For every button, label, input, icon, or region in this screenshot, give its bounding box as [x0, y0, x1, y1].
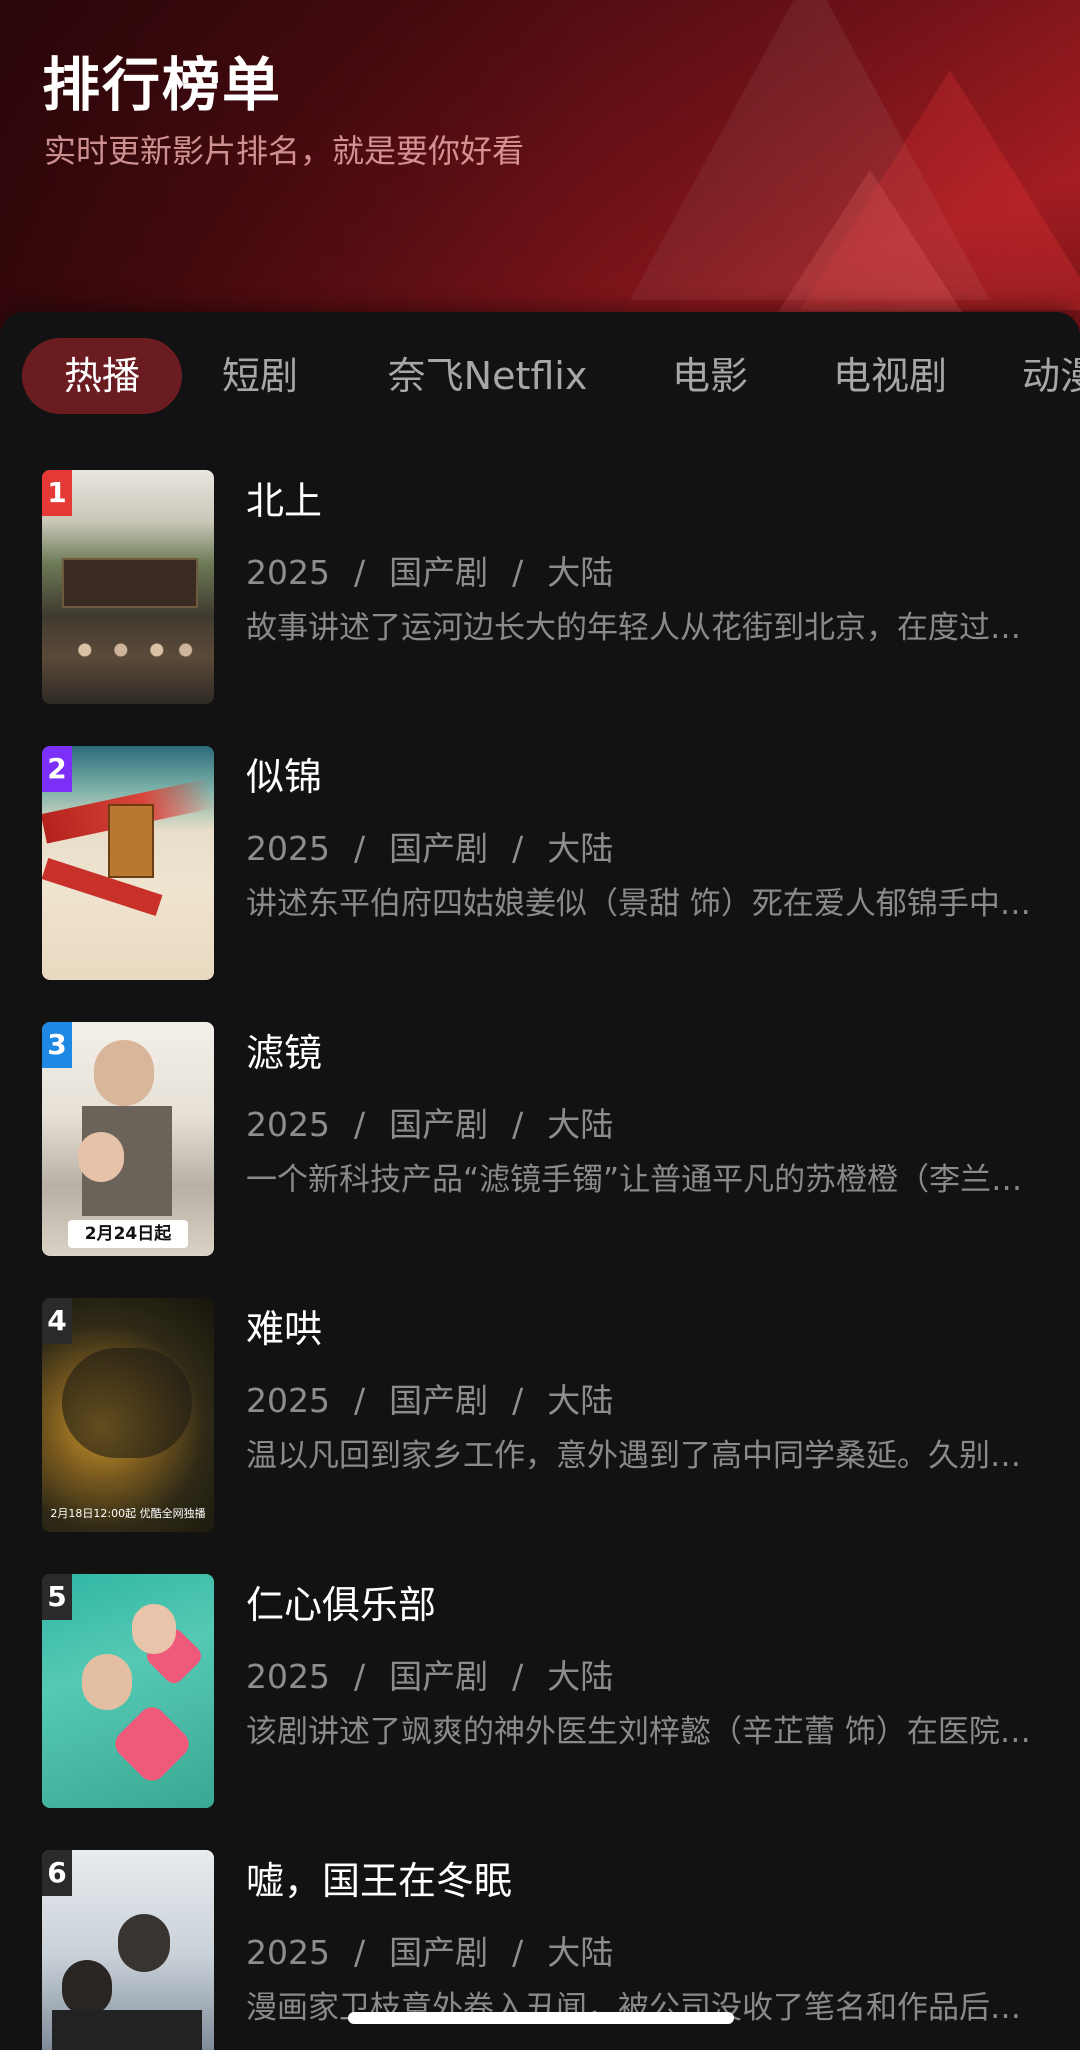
meta-separator: / — [353, 1657, 366, 1696]
item-description: 该剧讲述了飒爽的神外医生刘梓懿（辛芷蕾 饰）在医院里的故事 — [246, 1714, 1036, 1750]
tab-short-drama[interactable]: 短剧 — [200, 338, 320, 414]
list-item[interactable]: 2月24日起 3 滤镜 2025 / 国产剧 / 大陆 一个新科技产品“滤镜手镯”让普通… — [42, 1022, 1042, 1256]
list-item[interactable]: 1 北上 2025 / 国产剧 / 大陆 故事讲述了运河边长大的年轻人从花街到北京，在度… — [42, 470, 1042, 704]
category-tabs: 热播 短剧 奈飞Netflix 电影 电视剧 动漫 — [0, 338, 1080, 414]
item-description: 温以凡回到家乡工作，意外遇到了高中同学桑延。久别重逢后两人的故事 — [246, 1438, 1036, 1474]
item-genre: 国产剧 — [389, 1105, 489, 1144]
home-indicator[interactable] — [348, 2012, 734, 2024]
item-year: 2025 — [246, 1105, 330, 1144]
page-subtitle: 实时更新影片排名，就是要你好看 — [44, 132, 525, 170]
meta-separator: / — [512, 829, 524, 868]
meta-separator: / — [512, 1657, 524, 1696]
item-region: 大陆 — [547, 1105, 614, 1144]
tab-hot[interactable]: 热播 — [22, 338, 182, 414]
item-meta: 2025 / 国产剧 / 大陆 — [246, 822, 613, 870]
poster-image[interactable]: 2月24日起 3 — [42, 1022, 214, 1256]
rank-badge: 2 — [42, 746, 72, 792]
meta-separator: / — [512, 1933, 524, 1972]
item-year: 2025 — [246, 829, 330, 868]
item-description: 讲述东平伯府四姑娘姜似（景甜 饰）死在爱人郁锦手中后重生的故事 — [246, 886, 1036, 922]
meta-separator: / — [353, 1381, 366, 1420]
item-meta: 2025 / 国产剧 / 大陆 — [246, 1098, 613, 1146]
meta-separator: / — [353, 553, 366, 592]
poster-image[interactable]: 2月18日12:00起 优酷全网独播 4 — [42, 1298, 214, 1532]
tab-anime[interactable]: 动漫 — [1022, 338, 1080, 414]
item-genre: 国产剧 — [389, 829, 489, 868]
item-meta: 2025 / 国产剧 / 大陆 — [246, 1374, 613, 1422]
list-item[interactable]: 2 似锦 2025 / 国产剧 / 大陆 讲述东平伯府四姑娘姜似（景甜 饰）死在爱人郁锦… — [42, 746, 1042, 980]
list-item[interactable]: 5 仁心俱乐部 2025 / 国产剧 / 大陆 该剧讲述了飒爽的神外医生刘梓懿（辛芷蕾 … — [42, 1574, 1042, 1808]
ranking-panel: 热播 短剧 奈飞Netflix 电影 电视剧 动漫 1 北上 2025 / 国产剧 /… — [0, 312, 1080, 2050]
item-meta: 2025 / 国产剧 / 大陆 — [246, 546, 613, 594]
meta-separator: / — [353, 829, 366, 868]
item-meta: 2025 / 国产剧 / 大陆 — [246, 1650, 613, 1698]
tab-netflix[interactable]: 奈飞Netflix — [365, 338, 610, 414]
item-region: 大陆 — [547, 1381, 614, 1420]
item-meta: 2025 / 国产剧 / 大陆 — [246, 1926, 613, 1974]
meta-separator: / — [353, 1933, 366, 1972]
item-region: 大陆 — [547, 829, 614, 868]
item-description: 一个新科技产品“滤镜手镯”让普通平凡的苏橙橙（李兰迪 饰）成为网红 — [246, 1162, 1036, 1198]
meta-separator: / — [512, 1381, 524, 1420]
tab-tv-series[interactable]: 电视剧 — [810, 338, 970, 414]
item-genre: 国产剧 — [389, 1933, 489, 1972]
poster-image[interactable]: 5 — [42, 1574, 214, 1808]
rank-badge: 6 — [42, 1850, 72, 1896]
tab-movie[interactable]: 电影 — [650, 338, 770, 414]
item-title[interactable]: 滤镜 — [246, 1022, 322, 1077]
item-title[interactable]: 嘘，国王在冬眠 — [246, 1850, 512, 1905]
meta-separator: / — [512, 1105, 524, 1144]
meta-separator: / — [512, 553, 524, 592]
list-item[interactable]: 2月18日12:00起 优酷全网独播 4 难哄 2025 / 国产剧 / 大陆 温以凡回… — [42, 1298, 1042, 1532]
poster-image[interactable]: 6 — [42, 1850, 214, 2050]
poster-image[interactable]: 2 — [42, 746, 214, 980]
item-title[interactable]: 难哄 — [246, 1298, 322, 1353]
item-year: 2025 — [246, 553, 330, 592]
item-year: 2025 — [246, 1381, 330, 1420]
item-title[interactable]: 仁心俱乐部 — [246, 1574, 436, 1629]
item-genre: 国产剧 — [389, 1657, 489, 1696]
rank-badge: 4 — [42, 1298, 72, 1344]
rank-badge: 1 — [42, 470, 72, 516]
poster-image[interactable]: 1 — [42, 470, 214, 704]
item-genre: 国产剧 — [389, 1381, 489, 1420]
item-title[interactable]: 似锦 — [246, 746, 322, 801]
rank-badge: 5 — [42, 1574, 72, 1620]
meta-separator: / — [353, 1105, 366, 1144]
item-year: 2025 — [246, 1657, 330, 1696]
poster-caption: 2月18日12:00起 优酷全网独播 — [50, 1507, 206, 1520]
item-year: 2025 — [246, 1933, 330, 1972]
item-genre: 国产剧 — [389, 553, 489, 592]
page-title: 排行榜单 — [42, 51, 283, 119]
item-region: 大陆 — [547, 1657, 614, 1696]
item-region: 大陆 — [547, 553, 614, 592]
item-region: 大陆 — [547, 1933, 614, 1972]
item-description: 故事讲述了运河边长大的年轻人从花街到北京，在度过人生的风雨之后又回到家乡的故事 — [246, 610, 1036, 646]
rank-badge: 3 — [42, 1022, 72, 1068]
item-title[interactable]: 北上 — [246, 470, 322, 525]
poster-caption: 2月24日起 — [68, 1220, 188, 1248]
